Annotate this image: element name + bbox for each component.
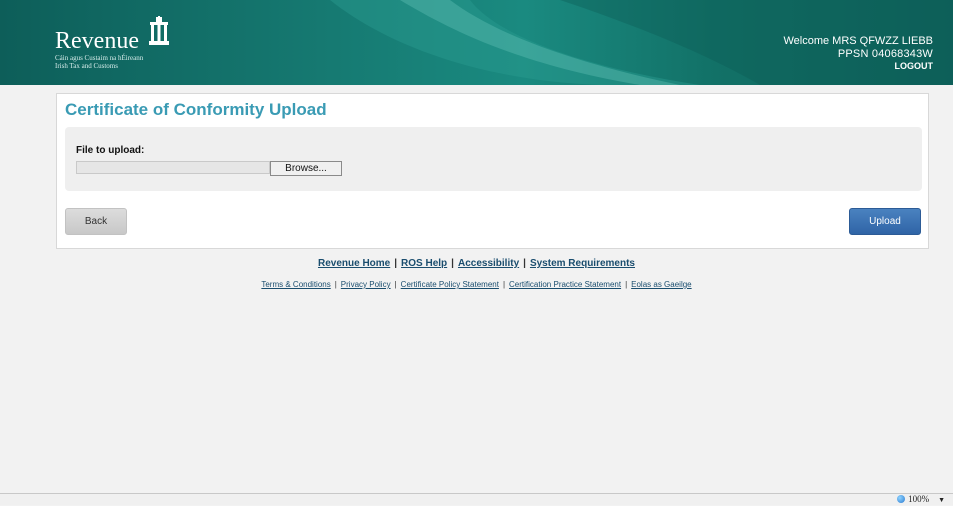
logo-subtitle-english: Irish Tax and Customs [55,62,118,70]
footer-link-eolas-gaeilge[interactable]: Eolas as Gaeilge [631,280,691,289]
footer-separator: | [394,280,397,289]
footer-primary-links: Revenue Home | ROS Help | Accessibility | Syst… [0,258,953,269]
browser-status-bar: 100% ▼ [0,493,953,505]
footer-link-system-requirements[interactable]: System Requirements [530,258,635,269]
upload-area: File to upload: Browse... [65,127,922,191]
harp-building-icon [149,16,170,45]
footer-link-revenue-home[interactable]: Revenue Home [318,258,390,269]
logo-subtitle-irish: Cáin agus Custaim na hÉireann [55,54,144,62]
footer-separator: | [502,280,506,289]
logout-link[interactable]: LOGOUT [783,61,934,71]
footer-separator: | [334,280,337,289]
footer-link-accessibility[interactable]: Accessibility [458,258,519,269]
welcome-text: Welcome MRS QFWZZ LIEBB [783,35,933,47]
footer-link-ros-help[interactable]: ROS Help [401,258,447,269]
site-header: Revenue Cáin agus Custaim na hÉireann Ir… [0,0,953,85]
page-title: Certificate of Conformity Upload [65,100,327,119]
ppsn-text: PPSN 04068343W [837,48,933,60]
file-path-input[interactable] [76,161,270,174]
footer-link-privacy-policy[interactable]: Privacy Policy [341,280,391,289]
globe-icon [897,495,906,503]
user-info: Welcome MRS QFWZZ LIEBB PPSN 04068343W L… [783,34,933,71]
footer-secondary-links: Terms & Conditions | Privacy Policy | Certif… [0,280,953,289]
zoom-level: 100% [908,494,930,504]
file-to-upload-label: File to upload: [76,145,145,156]
footer-separator: | [451,258,454,269]
footer-separator: | [394,258,398,269]
footer-link-certification-practice[interactable]: Certification Practice Statement [509,280,621,289]
footer-separator: | [625,280,628,289]
footer-link-certificate-policy[interactable]: Certificate Policy Statement [401,280,499,289]
back-button[interactable]: Back [65,208,127,235]
upload-button[interactable]: Upload [849,208,921,235]
browse-button[interactable]: Browse... [270,161,342,176]
logo-wordmark: Revenue [55,28,139,54]
revenue-logo[interactable]: Revenue Cáin agus Custaim na hÉireann Ir… [55,16,171,70]
upload-panel: Certificate of Conformity Upload File to… [56,93,929,249]
footer-link-terms-conditions[interactable]: Terms & Conditions [261,280,330,289]
zoom-control[interactable]: 100% ▼ [897,494,945,506]
chevron-down-icon[interactable]: ▼ [938,496,945,504]
footer-separator: | [523,258,526,269]
